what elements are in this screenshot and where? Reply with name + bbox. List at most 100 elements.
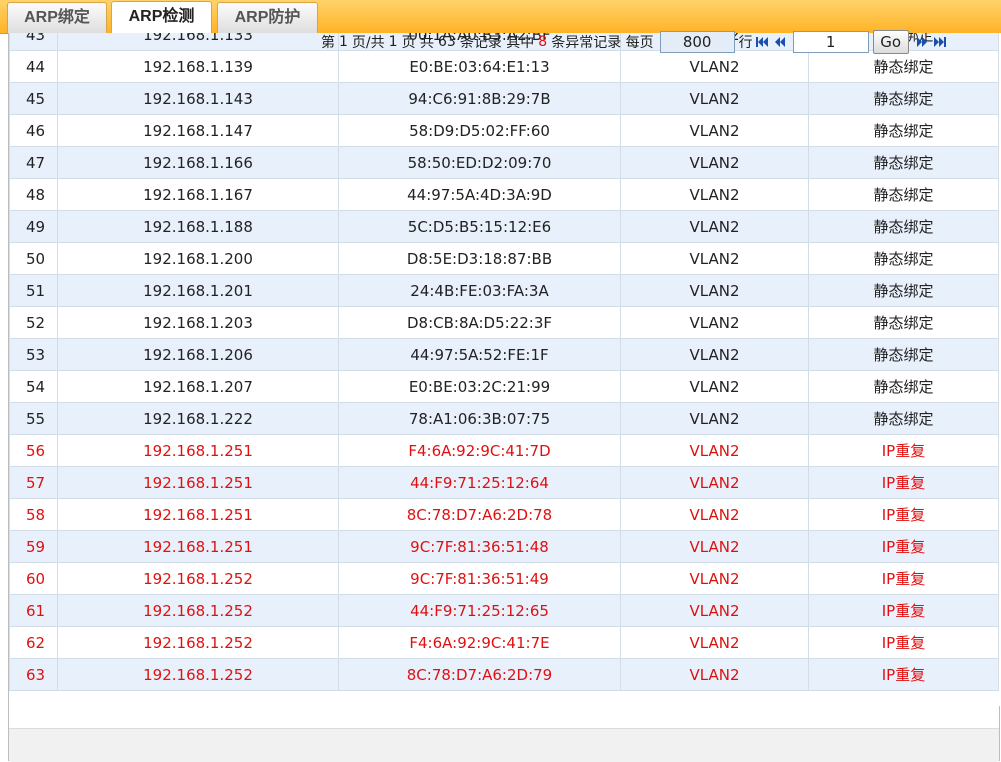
table-row: 55 192.168.1.222 78:A1:06:3B:07:75 VLAN2 静态绑… xyxy=(9,402,999,435)
last-page-icon[interactable] xyxy=(933,35,947,49)
ip-address-cell: 192.168.1.252 xyxy=(57,626,339,659)
row-number-cell: 43 xyxy=(9,33,58,51)
ip-address-cell: 192.168.1.200 xyxy=(57,242,339,275)
table-row: 50 192.168.1.200 D8:5E:D3:18:87:BB VLAN2 静态绑… xyxy=(9,242,999,275)
first-page-icon[interactable] xyxy=(755,35,769,49)
table-row: 52 192.168.1.203 D8:CB:8A:D5:22:3F VLAN2 静态绑… xyxy=(9,306,999,339)
status-cell: 静态绑定 xyxy=(808,306,999,339)
ip-address-cell: 192.168.1.252 xyxy=(57,594,339,627)
prev-page-icon[interactable] xyxy=(773,35,787,49)
pager-page-prefix: 第 xyxy=(321,35,335,51)
status-cell: 静态绑定 xyxy=(808,370,999,403)
vlan-cell: VLAN2 xyxy=(620,530,809,563)
status-cell: IP重复 xyxy=(808,658,999,691)
row-number-cell: 53 xyxy=(9,338,58,371)
vlan-cell: VLAN2 xyxy=(620,562,809,595)
pager-rows-suffix: 行 xyxy=(738,35,753,51)
table-row: 46 192.168.1.147 58:D9:D5:02:FF:60 VLAN2 静态绑… xyxy=(9,114,999,147)
mac-address-cell: 24:4B:FE:03:FA:3A xyxy=(338,274,621,307)
status-cell: 静态绑定 xyxy=(808,114,999,147)
row-number-cell: 60 xyxy=(9,562,58,595)
vlan-cell: VLAN2 xyxy=(620,466,809,499)
ip-address-cell: 192.168.1.252 xyxy=(57,562,339,595)
status-cell: 静态绑定 xyxy=(808,242,999,275)
table-row: 51 192.168.1.201 24:4B:FE:03:FA:3A VLAN2 静态绑… xyxy=(9,274,999,307)
next-page-icon[interactable] xyxy=(915,35,929,49)
row-number-cell: 57 xyxy=(9,466,58,499)
row-number-cell: 52 xyxy=(9,306,58,339)
vlan-cell: VLAN2 xyxy=(620,402,809,435)
vlan-cell: VLAN2 xyxy=(620,242,809,275)
vlan-cell: VLAN2 xyxy=(620,498,809,531)
mac-address-cell: 94:C6:91:8B:29:7B xyxy=(338,82,621,115)
ip-address-cell: 192.168.1.222 xyxy=(57,402,339,435)
ip-address-cell: 192.168.1.251 xyxy=(57,466,339,499)
table-row: 53 192.168.1.206 44:97:5A:52:FE:1F VLAN2 静态绑… xyxy=(9,338,999,371)
per-page-input[interactable]: 800 xyxy=(659,31,735,53)
tab-arp-protection[interactable]: ARP防护 xyxy=(217,2,318,33)
status-cell: IP重复 xyxy=(808,626,999,659)
row-number-cell: 59 xyxy=(9,530,58,563)
vlan-cell: VLAN2 xyxy=(620,658,809,691)
vlan-cell: VLAN2 xyxy=(620,370,809,403)
status-cell: 静态绑定 xyxy=(808,274,999,307)
mac-address-cell: E0:BE:03:2C:21:99 xyxy=(338,370,621,403)
ip-address-cell: 192.168.1.201 xyxy=(57,274,339,307)
pager-per-page-text: 条异常记录 每页 xyxy=(551,35,654,51)
page-number-input[interactable]: 1 xyxy=(792,31,869,53)
table-row: 58 192.168.1.251 8C:78:D7:A6:2D:78 VLAN2 IP重… xyxy=(9,498,999,531)
status-cell: IP重复 xyxy=(808,434,999,467)
mac-address-cell: F4:6A:92:9C:41:7D xyxy=(338,434,621,467)
ip-address-cell: 192.168.1.206 xyxy=(57,338,339,371)
table-row: 62 192.168.1.252 F4:6A:92:9C:41:7E VLAN2 IP重… xyxy=(9,626,999,659)
pager-total-pages-text: 页/共 xyxy=(351,35,385,51)
mac-address-cell: E0:BE:03:64:E1:13 xyxy=(338,50,621,83)
mac-address-cell: F4:6A:92:9C:41:7E xyxy=(338,626,621,659)
table-row: 54 192.168.1.207 E0:BE:03:2C:21:99 VLAN2 静态绑… xyxy=(9,370,999,403)
mac-address-cell: 58:50:ED:D2:09:70 xyxy=(338,146,621,179)
mac-address-cell: 58:D9:D5:02:FF:60 xyxy=(338,114,621,147)
vlan-cell: VLAN2 xyxy=(620,306,809,339)
status-cell: IP重复 xyxy=(808,594,999,627)
vlan-cell: VLAN2 xyxy=(620,178,809,211)
mac-address-cell: 8C:78:D7:A6:2D:78 xyxy=(338,498,621,531)
ip-address-cell: 192.168.1.203 xyxy=(57,306,339,339)
mac-address-cell: D8:CB:8A:D5:22:3F xyxy=(338,306,621,339)
ip-address-cell: 192.168.1.251 xyxy=(57,530,339,563)
row-number-cell: 62 xyxy=(9,626,58,659)
ip-address-cell: 192.168.1.147 xyxy=(57,114,339,147)
mac-address-cell: 44:97:5A:52:FE:1F xyxy=(338,338,621,371)
mac-address-cell: 44:97:5A:4D:3A:9D xyxy=(338,178,621,211)
row-number-cell: 63 xyxy=(9,658,58,691)
table-row: 59 192.168.1.251 9C:7F:81:36:51:48 VLAN2 IP重… xyxy=(9,530,999,563)
ip-address-cell: 192.168.1.133 xyxy=(57,33,339,51)
pager: 第 1 页/共 1 页 共 63 条记录 其中 8 条异常记录 每页 800 行… xyxy=(321,30,949,54)
ip-address-cell: 192.168.1.251 xyxy=(57,498,339,531)
row-number-cell: 51 xyxy=(9,274,58,307)
tab-arp-binding[interactable]: ARP绑定 xyxy=(7,2,107,33)
status-cell: 静态绑定 xyxy=(808,178,999,211)
row-number-cell: 46 xyxy=(9,114,58,147)
table-row: 61 192.168.1.252 44:F9:71:25:12:65 VLAN2 IP重… xyxy=(9,594,999,627)
vlan-cell: VLAN2 xyxy=(620,274,809,307)
ip-address-cell: 192.168.1.251 xyxy=(57,434,339,467)
arp-table-panel: 43192.168.1.13300:1A:A0:B3:A2:BFVLAN2静态绑… xyxy=(8,33,1001,706)
ip-address-cell: 192.168.1.188 xyxy=(57,210,339,243)
table-row: 48 192.168.1.167 44:97:5A:4D:3A:9D VLAN2 静态绑… xyxy=(9,178,999,211)
table-row: 49 192.168.1.188 5C:D5:B5:15:12:E6 VLAN2 静态绑… xyxy=(9,210,999,243)
row-number-cell: 49 xyxy=(9,210,58,243)
ip-address-cell: 192.168.1.167 xyxy=(57,178,339,211)
vlan-cell: VLAN2 xyxy=(620,338,809,371)
row-number-cell: 56 xyxy=(9,434,58,467)
tab-arp-detection[interactable]: ARP检测 xyxy=(111,1,212,34)
pager-current-page: 1 xyxy=(339,34,348,50)
go-button[interactable]: Go xyxy=(872,30,909,54)
ip-address-cell: 192.168.1.143 xyxy=(57,82,339,115)
status-cell: 静态绑定 xyxy=(808,210,999,243)
mac-address-cell: 9C:7F:81:36:51:49 xyxy=(338,562,621,595)
table-footer xyxy=(8,706,1000,762)
vlan-cell: VLAN2 xyxy=(620,50,809,83)
row-number-cell: 55 xyxy=(9,402,58,435)
row-number-cell: 50 xyxy=(9,242,58,275)
status-cell: IP重复 xyxy=(808,530,999,563)
